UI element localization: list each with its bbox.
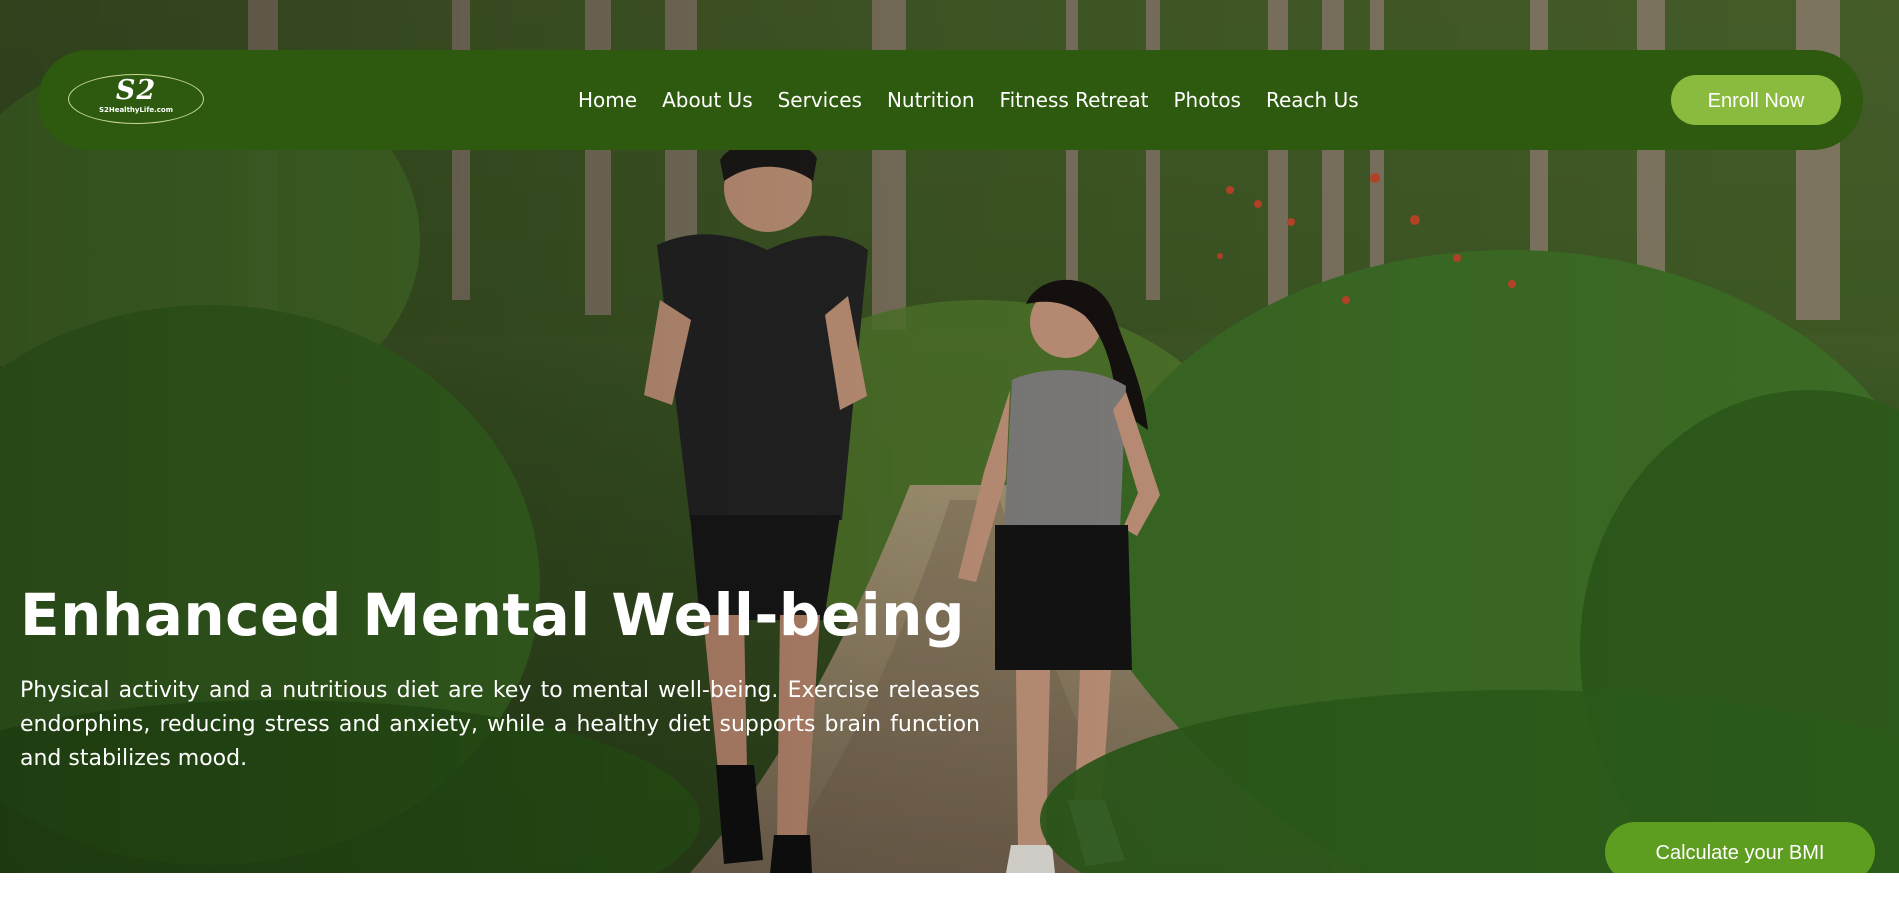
nav-fitness-retreat-link[interactable]: Fitness Retreat <box>1000 88 1149 112</box>
primary-nav-links: Home About Us Services Nutrition Fitness… <box>578 50 1359 150</box>
calculate-bmi-button[interactable]: Calculate your BMI <box>1605 822 1875 873</box>
hero-description: Physical activity and a nutritious diet … <box>20 678 980 771</box>
enroll-now-button[interactable]: Enroll Now <box>1671 75 1841 125</box>
nav-home-link[interactable]: Home <box>578 88 637 112</box>
nav-reach-us-link[interactable]: Reach Us <box>1266 88 1359 112</box>
main-navigation: S2 S2HealthyLife.com Home About Us Servi… <box>38 50 1863 150</box>
hero-copy: Enhanced Mental Well-being Physical acti… <box>20 575 980 776</box>
brand-logo[interactable]: S2 S2HealthyLife.com <box>68 74 204 124</box>
logo-mark: S2 <box>115 75 157 106</box>
nav-nutrition-link[interactable]: Nutrition <box>887 88 975 112</box>
nav-services-link[interactable]: Services <box>778 88 862 112</box>
nav-photos-link[interactable]: Photos <box>1174 88 1241 112</box>
hero-title: Enhanced Mental Well-being <box>20 581 965 649</box>
logo-domain: S2HealthyLife.com <box>98 106 174 114</box>
page-bottom-strip <box>0 873 1899 905</box>
nav-about-us-link[interactable]: About Us <box>662 88 753 112</box>
hero-section: S2 S2HealthyLife.com Home About Us Servi… <box>0 0 1899 873</box>
